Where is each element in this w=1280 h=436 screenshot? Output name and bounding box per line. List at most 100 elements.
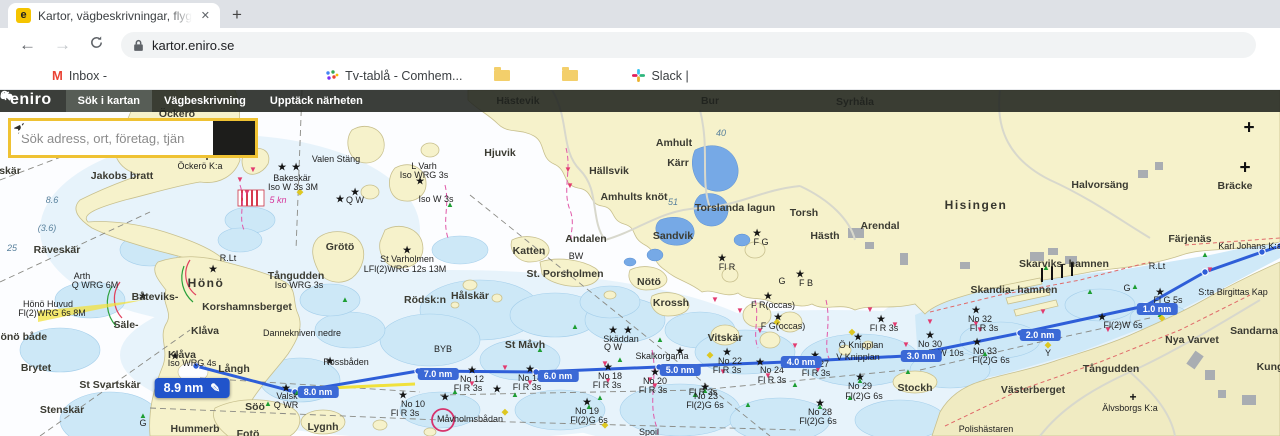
map-label: Y bbox=[1045, 348, 1051, 358]
folder-icon bbox=[494, 70, 510, 81]
bookmarks-bar: M Inbox - Tv-tablå - Comhem... bbox=[0, 62, 1280, 90]
browser-window: e Kartor, vägbeskrivningar, flygfoto ✕ +… bbox=[0, 0, 1280, 436]
tab-close-icon[interactable]: ✕ bbox=[199, 9, 212, 22]
map-label: Q W bbox=[604, 342, 622, 352]
route-distance-badge[interactable]: 8.0 nm bbox=[298, 386, 339, 398]
map-label: Fl R 3s bbox=[639, 385, 668, 395]
bookmark-slack[interactable]: Slack | bbox=[632, 69, 688, 83]
map-label: Färjenäs bbox=[1168, 233, 1211, 245]
distance-label: 5.0 nm bbox=[666, 365, 695, 375]
map-label: Vitskär bbox=[708, 332, 743, 344]
bookmark-inbox[interactable]: M Inbox - bbox=[52, 68, 107, 83]
buoy-icon: ▼ bbox=[243, 189, 251, 197]
map-label: LFl(2)WRG 12s 13M bbox=[364, 264, 447, 274]
map-label: Söö bbox=[245, 401, 265, 413]
map-label: Krossh bbox=[653, 297, 689, 309]
map-label: BW bbox=[569, 251, 584, 261]
map-label: 51 bbox=[668, 197, 678, 207]
chart-cross-icon: + bbox=[1129, 391, 1136, 403]
route-distance-badge[interactable]: 5.0 nm bbox=[660, 364, 701, 376]
map-label: Fl R 3s bbox=[970, 323, 999, 333]
map-label: Klåva bbox=[191, 325, 219, 337]
buoy-icon: ▲ bbox=[1086, 288, 1094, 296]
buoy-icon: ▼ bbox=[564, 166, 572, 174]
map-label: Karl Johans K:a bbox=[1218, 241, 1280, 251]
map-label: Q W bbox=[346, 195, 364, 205]
route-distance-badge[interactable]: 7.0 nm bbox=[418, 368, 459, 380]
map-label: Iso WRG 3s bbox=[275, 280, 324, 290]
address-bar[interactable]: kartor.eniro.se bbox=[121, 32, 1256, 58]
map-label: Skalkorgarna bbox=[635, 351, 688, 361]
map-label: G bbox=[139, 418, 146, 428]
app-header: eniro Sök i kartan Vägbeskrivning bbox=[0, 90, 1280, 112]
url-text: kartor.eniro.se bbox=[152, 38, 234, 53]
map-label: Fl(2)G 6s bbox=[686, 400, 724, 410]
edit-route-icon[interactable]: ✎ bbox=[210, 381, 220, 395]
map-label: No 29 bbox=[848, 381, 872, 391]
bookmark-folder-2[interactable] bbox=[562, 70, 584, 81]
my-location-button[interactable] bbox=[185, 121, 213, 155]
buoy-icon: ▼ bbox=[711, 296, 719, 304]
map-canvas[interactable]: HästevikBurSyrhålaskärJakobs brattÖckerö… bbox=[0, 90, 1280, 436]
tab-vagbeskrivning[interactable]: Vägbeskrivning bbox=[152, 90, 258, 112]
bookmark-folder-1[interactable] bbox=[494, 70, 516, 81]
route-total-badge[interactable]: 8.9 nm ✎ bbox=[155, 378, 230, 398]
chart-cross-icon: + bbox=[1239, 159, 1250, 178]
browser-tab[interactable]: e Kartor, vägbeskrivningar, flygfoto ✕ bbox=[8, 3, 220, 28]
reload-button[interactable] bbox=[89, 35, 104, 55]
new-tab-button[interactable]: + bbox=[232, 5, 242, 25]
buoy-icon: ▲ bbox=[744, 401, 752, 409]
tab-upptack-narheten[interactable]: Upptäck närheten bbox=[258, 90, 375, 112]
map-label: 40 bbox=[716, 128, 726, 138]
map-label: Grötö bbox=[326, 241, 355, 253]
distance-label: 7.0 nm bbox=[424, 369, 453, 379]
buoy-icon: ▲ bbox=[341, 296, 349, 304]
tab-sok-i-kartan[interactable]: Sök i kartan bbox=[66, 90, 152, 112]
forward-button[interactable]: → bbox=[54, 35, 71, 55]
distance-label: 4.0 nm bbox=[787, 357, 816, 367]
map-label: R.Lt bbox=[1149, 261, 1166, 271]
map-label: Nötö bbox=[637, 276, 661, 288]
route-distance-badge[interactable]: 3.0 nm bbox=[901, 350, 942, 362]
map-label: F G bbox=[754, 237, 769, 247]
map-label: Fl(2)G 6s bbox=[799, 416, 837, 426]
route-distance-badge[interactable]: 4.0 nm bbox=[781, 356, 822, 368]
buoy-icon: ▼ bbox=[249, 166, 257, 174]
map-label: Brytet bbox=[21, 362, 51, 374]
map-label: G bbox=[1123, 283, 1130, 293]
map-label: Hällsvik bbox=[589, 165, 629, 177]
buoy-icon: ▲ bbox=[1131, 283, 1139, 291]
map-label: Hisingen bbox=[945, 198, 1008, 212]
map-label: Långh bbox=[218, 363, 250, 375]
map-label: Fl(2)W 6s bbox=[1104, 320, 1143, 330]
map-label: Fl R 3s bbox=[758, 375, 787, 385]
route-distance-badge[interactable]: 2.0 nm bbox=[1020, 329, 1061, 341]
map-label: Räveskär bbox=[34, 244, 81, 256]
map-label: Fl(2)G 6s bbox=[845, 391, 883, 401]
buoy-icon: ▼ bbox=[236, 176, 244, 184]
map-label: Bräcke bbox=[1217, 180, 1252, 192]
distance-label: 3.0 nm bbox=[907, 351, 936, 361]
map-label: Fl(2)WRG 6s 8M bbox=[18, 308, 86, 318]
map-label: Valen Stäng bbox=[312, 154, 360, 164]
map-label: Torsh bbox=[790, 207, 818, 219]
eniro-logo[interactable]: eniro bbox=[10, 91, 52, 109]
search-button[interactable] bbox=[213, 121, 255, 155]
back-button[interactable]: ← bbox=[19, 35, 36, 55]
map-label: St. Porsholmen bbox=[526, 268, 603, 280]
route-distance-badge[interactable]: 6.0 nm bbox=[538, 370, 579, 382]
map-label: Båteviks- bbox=[132, 291, 179, 303]
distance-label: 8.0 nm bbox=[304, 387, 333, 397]
map-label: Säle- bbox=[113, 319, 138, 331]
distance-label: 8.9 nm bbox=[164, 381, 204, 395]
map-label: Öckerö K:a bbox=[177, 161, 222, 171]
map-label: Rossbåden bbox=[323, 357, 369, 367]
map-label: Tångudden bbox=[1083, 363, 1140, 375]
buoy-icon: ▲ bbox=[1201, 251, 1209, 259]
bookmark-tv-tabla[interactable]: Tv-tablå - Comhem... bbox=[325, 69, 462, 83]
browser-toolbar: ← → kartor.eniro.se bbox=[0, 28, 1280, 62]
route-distance-badge[interactable]: 1.0 nm bbox=[1137, 303, 1178, 315]
distance-label: 2.0 nm bbox=[1026, 330, 1055, 340]
map-label: Fotö bbox=[237, 428, 260, 436]
search-input[interactable] bbox=[21, 131, 185, 146]
